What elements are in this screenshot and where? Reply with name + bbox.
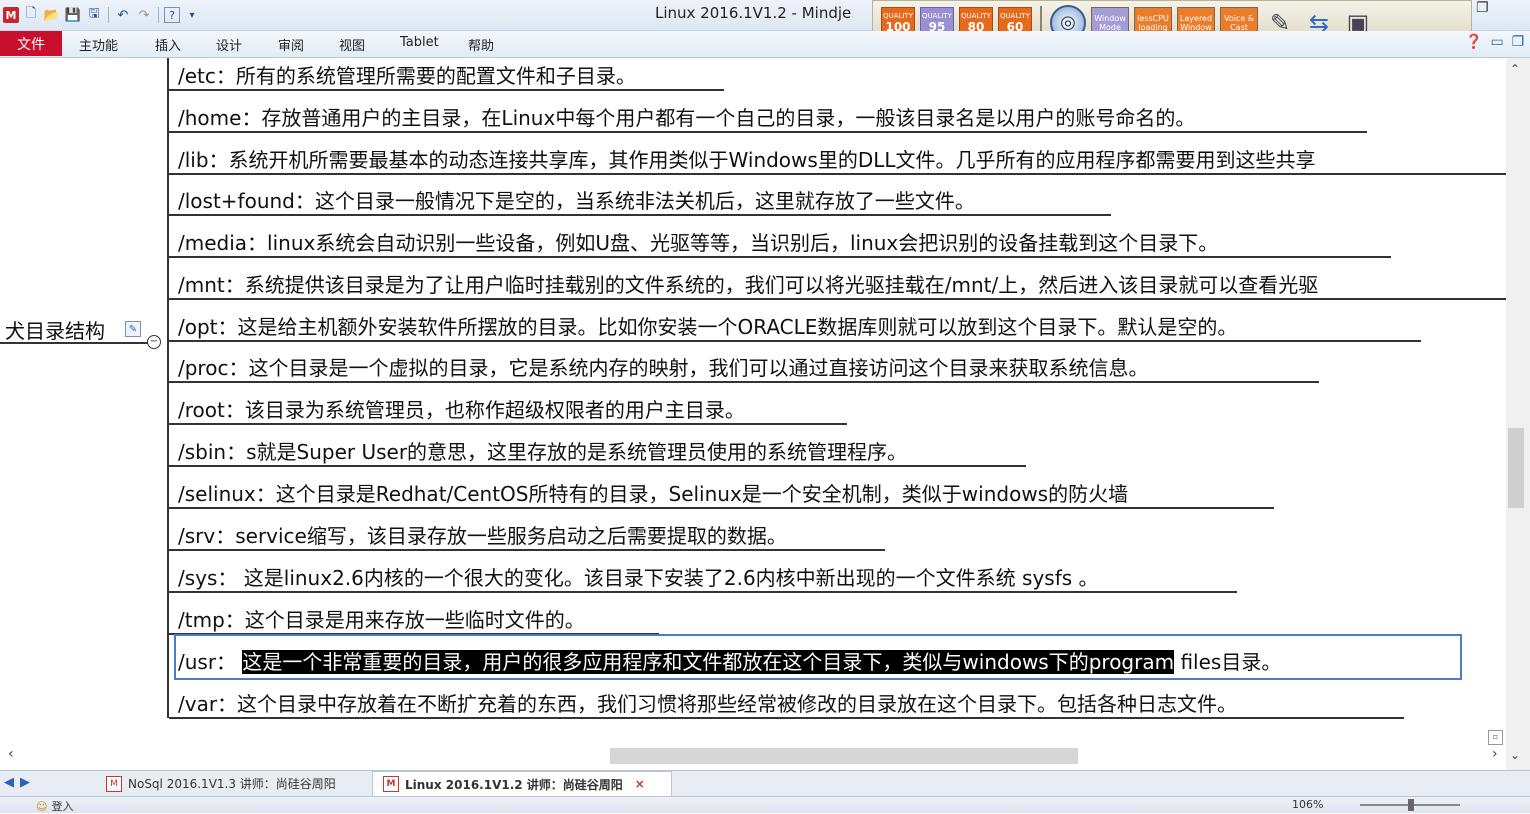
menu-tablet[interactable]: Tablet <box>400 35 439 50</box>
topic-underline <box>169 717 1404 719</box>
topic-underline <box>169 214 1111 216</box>
minimize-ribbon-icon[interactable]: ▭ <box>1490 34 1503 50</box>
document-tab-bar: ◀ ▶ M NoSql 2016.1V1.3 讲师：尚硅谷周阳 M Linux … <box>0 770 1530 797</box>
topic-mnt[interactable]: /mnt：系统提供该目录是为了让用户临时挂载别的文件系统的，我们可以将光驱挂载在… <box>178 270 1318 300</box>
window-controls: ❐ <box>1476 0 1489 16</box>
user-icon: ☺ <box>36 799 48 813</box>
tab-linux[interactable]: M Linux 2016.1V1.2 讲师：尚硅谷周阳 × <box>372 771 672 796</box>
separator <box>108 7 109 23</box>
menu-home[interactable]: 主功能 <box>79 35 118 54</box>
topic-tmp[interactable]: /tmp：这个目录是用来存放一些临时文件的。 <box>178 605 585 635</box>
topic-lost-found[interactable]: /lost+found：这个目录一般情况下是空的，当系统非法关机后，这里就存放了… <box>178 186 975 216</box>
topic-underline <box>169 591 1237 593</box>
tab-nosql[interactable]: M NoSql 2016.1V1.3 讲师：尚硅谷周阳 <box>96 771 356 796</box>
app-logo[interactable]: M <box>3 7 19 23</box>
help-icon[interactable]: ? <box>164 7 180 23</box>
open-folder-icon[interactable]: 📂 <box>43 6 61 24</box>
topic-media[interactable]: /media：linux系统会自动识别一些设备，例如U盘、光驱等等，当识别后，l… <box>178 228 1218 258</box>
topic-home[interactable]: /home：存放普通用户的主目录，在Linux中每个用户都有一个自己的目录，一般… <box>178 103 1195 133</box>
restore-ribbon-icon[interactable]: ❐ <box>1512 34 1525 50</box>
horizontal-scroll-thumb[interactable] <box>610 748 1078 764</box>
close-tab-icon[interactable]: × <box>635 777 645 791</box>
tab-navigation: ◀ ▶ <box>4 775 30 790</box>
topic-underline <box>169 507 1274 509</box>
restore-window-button[interactable]: ❐ <box>1476 0 1489 16</box>
tab-label: NoSql 2016.1V1.3 讲师：尚硅谷周阳 <box>128 777 336 791</box>
topic-underline <box>169 340 1421 342</box>
topic-usr[interactable]: /usr： 这是一个非常重要的目录，用户的很多应用程序和文件都放在这个目录下，类… <box>178 647 1281 677</box>
tab-label: Linux 2016.1V1.2 讲师：尚硅谷周阳 <box>405 777 623 792</box>
topic-underline <box>169 131 1367 133</box>
scroll-left-icon[interactable]: ‹ <box>8 746 14 762</box>
menu-help[interactable]: 帮助 <box>468 35 494 54</box>
topic-underline <box>169 256 1391 258</box>
redo-icon[interactable]: ↷ <box>135 6 153 24</box>
ribbon-controls: ❓ ▭ ❐ <box>1465 34 1524 50</box>
topic-underline <box>169 381 1319 383</box>
topic-opt[interactable]: /opt：这是给主机额外安装软件所摆放的目录。比如你安装一个ORACLE数据库则… <box>178 312 1237 342</box>
topic-sbin[interactable]: /sbin：s就是Super User的意思，这里存放的是系统管理员使用的系统管… <box>178 437 907 467</box>
topic-proc[interactable]: /proc：这个目录是一个虚拟的目录，它是系统内存的映射，我们可以通过直接访问这… <box>178 353 1148 383</box>
undo-icon[interactable]: ↶ <box>114 6 132 24</box>
topic-usr-prefix: /usr： <box>178 650 243 674</box>
save-icon[interactable]: 💾 <box>64 6 82 24</box>
topic-underline <box>169 549 885 551</box>
menu-file[interactable]: 文件 <box>0 31 62 56</box>
note-icon[interactable]: ✎ <box>125 321 141 337</box>
menu-view[interactable]: 视图 <box>339 35 365 54</box>
scroll-right-icon[interactable]: › <box>1492 746 1498 762</box>
menu-review[interactable]: 审阅 <box>278 35 304 54</box>
collapse-toggle[interactable]: − <box>147 335 161 349</box>
topic-underline <box>169 298 1506 300</box>
menu-insert[interactable]: 插入 <box>155 35 181 54</box>
topic-root[interactable]: /root：该目录为系统管理员，也称作超级权限者的用户主目录。 <box>178 395 745 425</box>
separator <box>158 7 159 23</box>
tab-prev-icon[interactable]: ◀ <box>4 775 14 790</box>
overview-toggle-icon[interactable]: ▫ <box>1488 730 1503 745</box>
topic-srv[interactable]: /srv：service缩写，该目录存放一些服务启动之后需要提取的数据。 <box>178 521 787 551</box>
menu-design[interactable]: 设计 <box>216 35 242 54</box>
tab-next-icon[interactable]: ▶ <box>20 775 30 790</box>
vertical-scrollbar[interactable] <box>1506 58 1530 770</box>
selected-text[interactable]: 这是一个非常重要的目录，用户的很多应用程序和文件都放在这个目录下，类似与wind… <box>242 650 1175 674</box>
mindmap-file-icon: M <box>383 776 399 792</box>
topic-underline <box>169 89 724 91</box>
mindmap-canvas[interactable]: 犬目录结构 ✎ − /etc：所有的系统管理所需要的配置文件和子目录。 /hom… <box>0 58 1506 770</box>
topic-usr-suffix: files目录。 <box>1174 650 1282 674</box>
menu-bar: 文件 主功能 插入 设计 审阅 视图 Tablet 帮助 ❓ ▭ ❐ <box>0 31 1530 58</box>
status-bar: ☺ 登入 106% <box>0 796 1530 813</box>
topic-lib[interactable]: /lib：系统开机所需要最基本的动态连接共享库，其作用类似于Windows里的D… <box>178 145 1316 175</box>
vertical-scroll-thumb[interactable] <box>1508 428 1524 508</box>
topic-var[interactable]: /var：这个目录中存放着在不断扩充着的东西，我们习惯将那些经常被修改的目录放在… <box>178 689 1237 719</box>
scroll-down-icon[interactable]: ⌄ <box>1510 748 1520 762</box>
help-icon[interactable]: ❓ <box>1465 34 1482 50</box>
save-all-icon[interactable]: 🖫 <box>85 6 103 24</box>
topic-selinux[interactable]: /selinux：这个目录是Redhat/CentOS所特有的目录，Selinu… <box>178 479 1128 509</box>
topic-sys[interactable]: /sys： 这是linux2.6内核的一个很大的变化。该目录下安装了2.6内核中… <box>178 563 1099 593</box>
topic-etc[interactable]: /etc：所有的系统管理所需要的配置文件和子目录。 <box>178 61 636 91</box>
quick-access-toolbar: M 🗋 📂 💾 🖫 ↶ ↷ ? ▾ <box>0 0 201 30</box>
mindmap-file-icon: M <box>106 775 122 792</box>
scroll-up-icon[interactable]: ⌃ <box>1510 62 1520 76</box>
branch-connector <box>167 58 169 718</box>
new-file-icon[interactable]: 🗋 <box>22 6 40 24</box>
window-title: Linux 2016.1V1.2 - Mindje <box>655 4 852 22</box>
parent-topic[interactable]: 犬目录结构 <box>5 315 105 344</box>
topic-underline <box>169 465 1026 467</box>
zoom-slider-thumb[interactable] <box>1408 799 1414 811</box>
zoom-level: 106% <box>1292 798 1324 811</box>
topic-underline <box>169 423 847 425</box>
topic-underline <box>169 173 1506 175</box>
customize-toolbar-icon[interactable]: ▾ <box>183 6 201 24</box>
